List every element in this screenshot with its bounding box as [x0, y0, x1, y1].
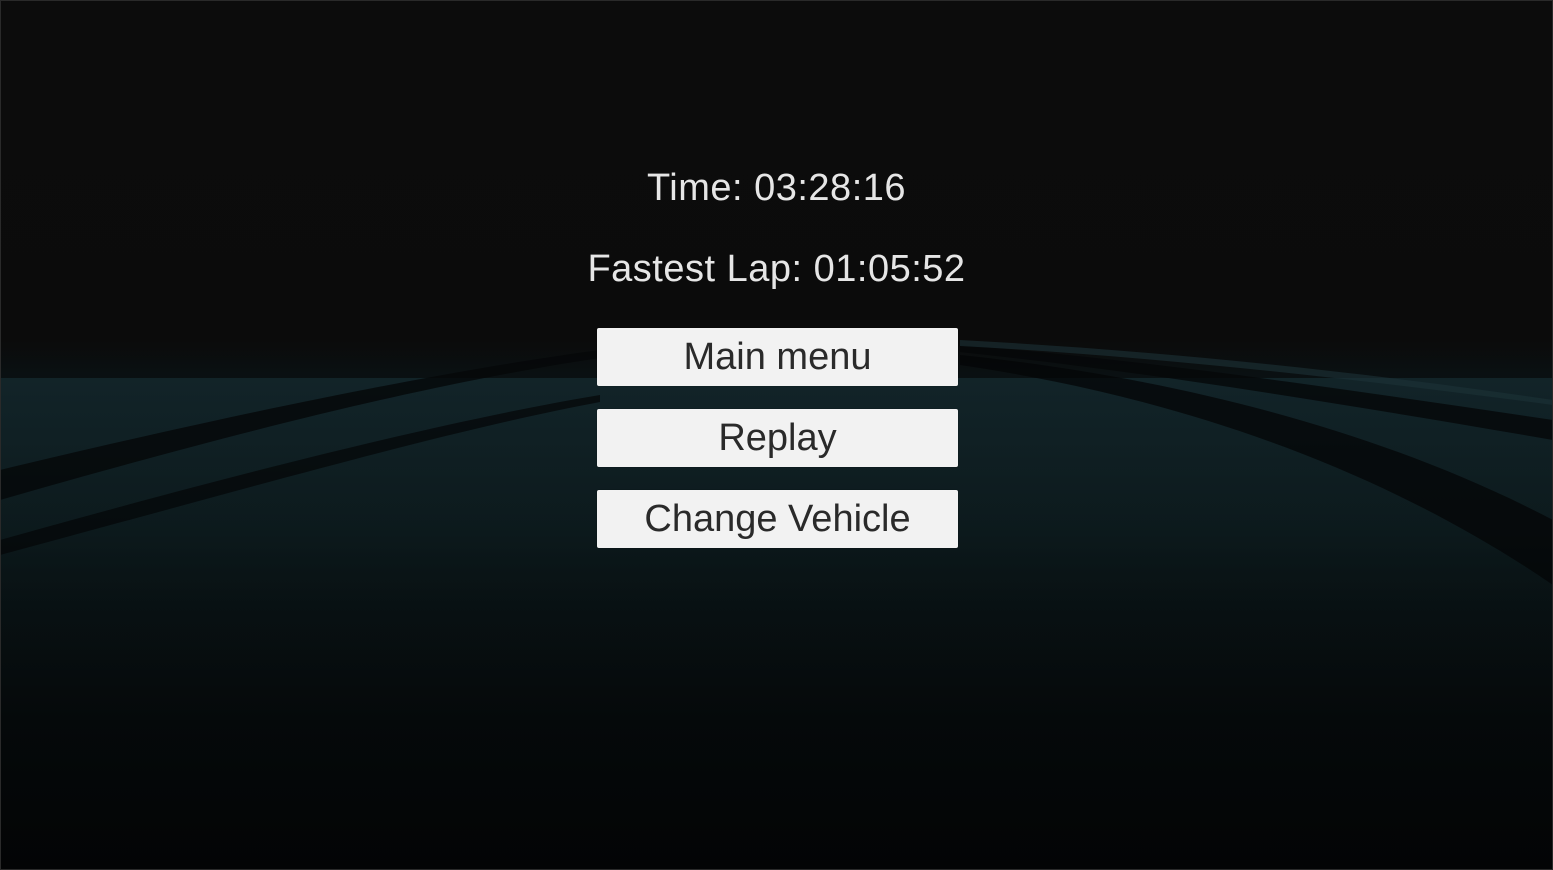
total-time-label: Time: 03:28:16	[646, 167, 907, 209]
fastest-lap-label: Fastest Lap: 01:05:52	[587, 248, 966, 290]
change-vehicle-button[interactable]: Change Vehicle	[597, 490, 958, 548]
replay-button[interactable]: Replay	[597, 409, 958, 467]
main-menu-button[interactable]: Main menu	[597, 328, 958, 386]
race-results-panel: Time: 03:28:16 Fastest Lap: 01:05:52 Mai…	[0, 0, 1553, 870]
